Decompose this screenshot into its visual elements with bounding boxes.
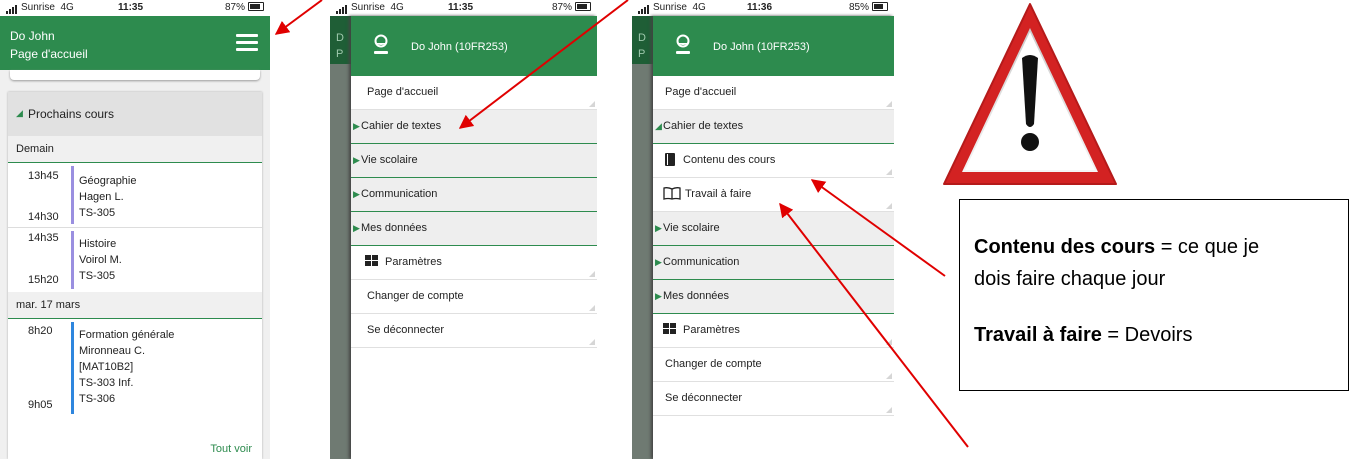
arrow-to-travail-a-faire: [779, 202, 969, 448]
arrow-to-hamburger: [274, 0, 323, 35]
arrow-to-cahier-de-textes: [458, 0, 629, 129]
annotation-arrows: [274, 0, 969, 448]
arrow-to-contenu-des-cours: [810, 179, 946, 277]
